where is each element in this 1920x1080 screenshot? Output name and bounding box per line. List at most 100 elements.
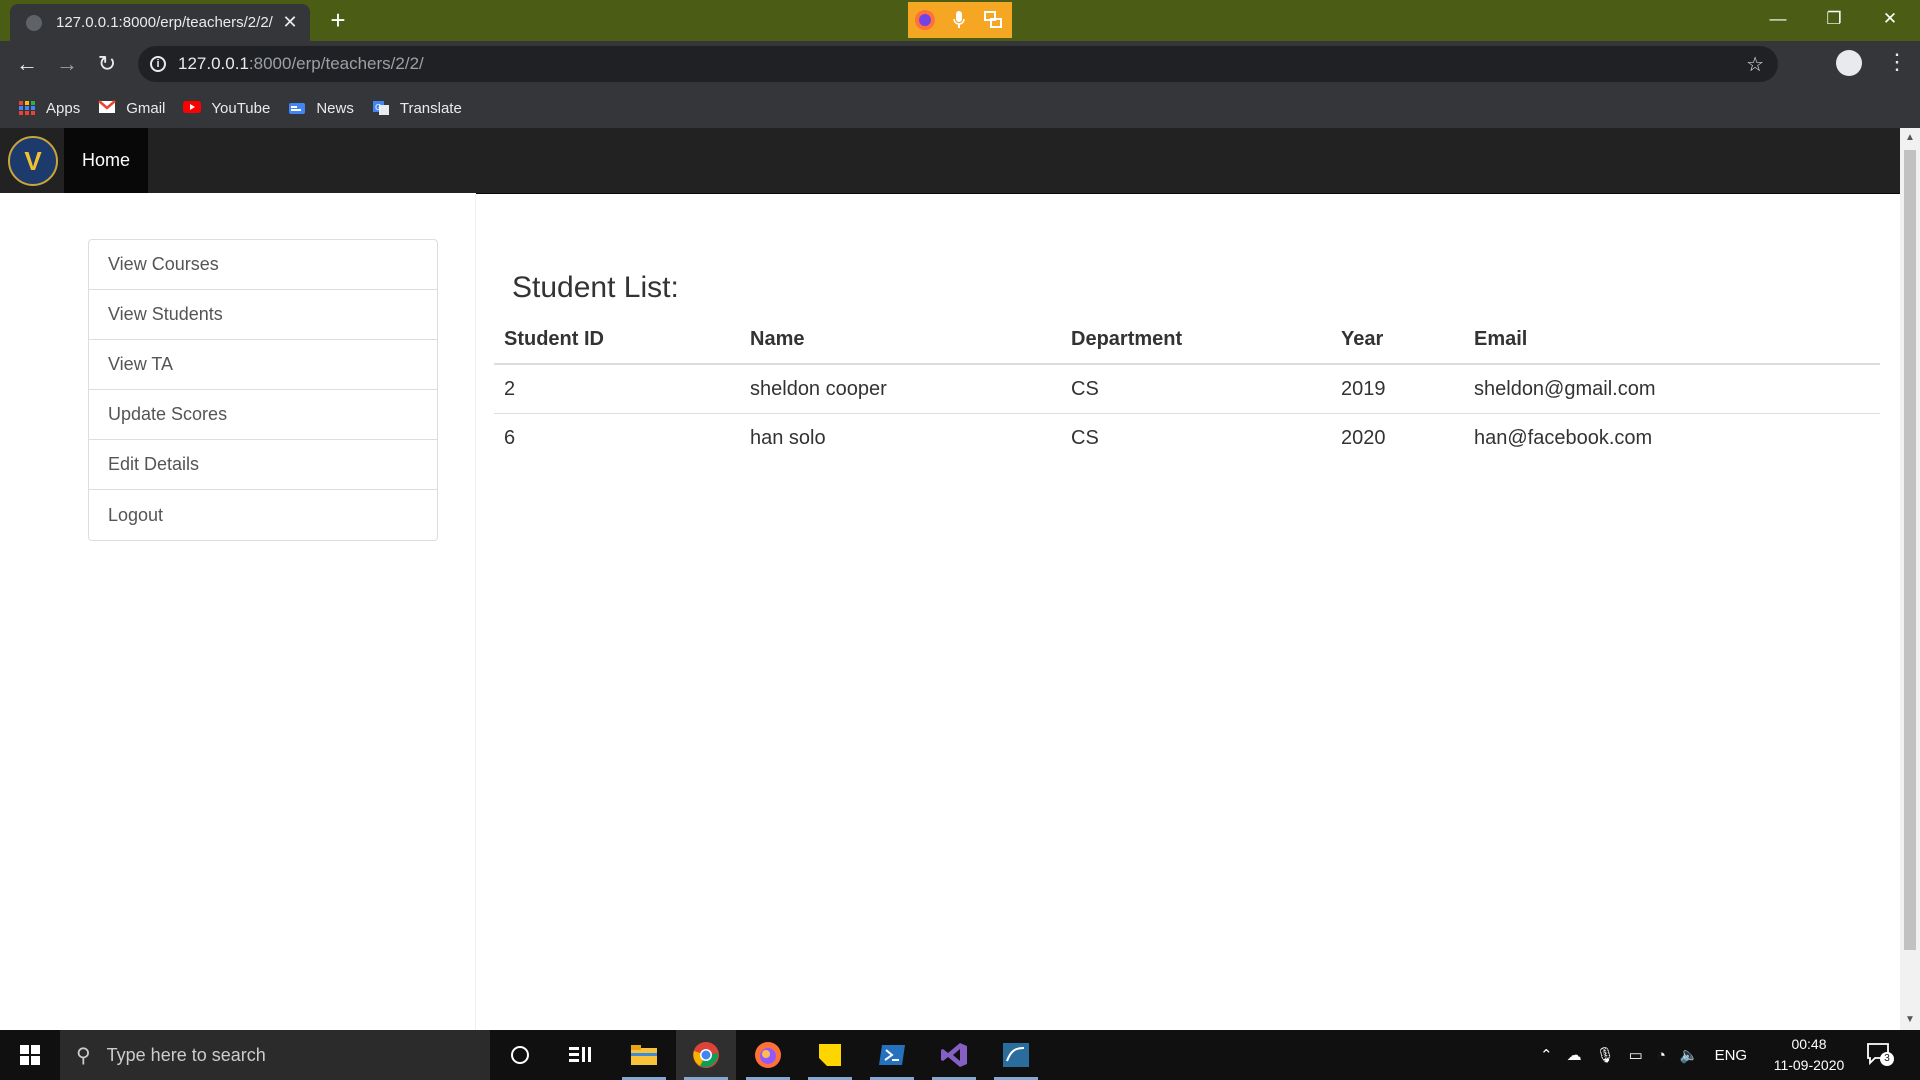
bookmarks-bar: Apps Gmail YouTube News G Translate xyxy=(0,88,1920,128)
sidebar-item-view-courses[interactable]: View Courses xyxy=(89,240,437,290)
close-tab-icon[interactable]: ✕ xyxy=(278,12,302,33)
cell-department: CS xyxy=(1061,413,1331,462)
bookmark-translate[interactable]: G Translate xyxy=(372,100,462,117)
powershell-icon[interactable] xyxy=(862,1030,922,1080)
cortana-icon[interactable] xyxy=(490,1030,550,1080)
reload-icon[interactable]: ↻ xyxy=(92,49,122,79)
sidebar: View Courses View Students View TA Updat… xyxy=(0,193,476,1030)
cell-name: sheldon cooper xyxy=(750,377,887,400)
browser-titlebar: 127.0.0.1:8000/erp/teachers/2/2/ ✕ + — ❐… xyxy=(0,0,1920,41)
forward-icon[interactable]: → xyxy=(52,49,82,79)
task-view-icon[interactable] xyxy=(550,1030,610,1080)
site-navbar: V Home xyxy=(0,128,1900,194)
restore-icon[interactable]: ❐ xyxy=(1806,0,1862,38)
youtube-icon xyxy=(183,100,202,116)
column-header: Year xyxy=(1331,315,1464,365)
cell-student-id: 2 xyxy=(504,377,516,400)
onedrive-icon[interactable]: ☁ xyxy=(1567,1046,1582,1064)
profile-avatar-icon[interactable] xyxy=(1836,50,1862,76)
minimize-icon[interactable]: — xyxy=(1750,0,1806,38)
nav-home-link[interactable]: Home xyxy=(64,128,148,193)
table-row: 6 han solo CS 2020 han@facebook.com xyxy=(494,413,1880,462)
chrome-icon[interactable] xyxy=(676,1030,736,1080)
battery-icon[interactable]: ▭ xyxy=(1629,1046,1643,1064)
browser-tab[interactable]: 127.0.0.1:8000/erp/teachers/2/2/ ✕ xyxy=(10,4,310,41)
cell-year: 2019 xyxy=(1341,377,1386,400)
bookmark-label: Translate xyxy=(399,99,462,117)
start-button[interactable] xyxy=(0,1030,60,1080)
column-header: Student ID xyxy=(494,315,740,365)
page-viewport: V Home View Courses View Students View T… xyxy=(0,128,1900,1030)
student-table: Student ID Name Department Year Email 2 … xyxy=(494,315,1880,462)
microphone-icon[interactable] xyxy=(942,3,976,37)
cell-name: han solo xyxy=(740,413,1061,462)
bookmark-apps[interactable]: Apps xyxy=(18,100,80,117)
mysql-workbench-icon[interactable] xyxy=(986,1030,1046,1080)
sidebar-item-update-scores[interactable]: Update Scores xyxy=(89,390,437,440)
language-indicator[interactable]: ENG xyxy=(1715,1047,1748,1064)
new-tab-button[interactable]: + xyxy=(324,6,352,34)
bookmark-label: News xyxy=(316,99,354,117)
sidebar-menu: View Courses View Students View TA Updat… xyxy=(88,239,438,541)
windows-taskbar: ⚲ Type here to search ⌃ ☁ 🎙 ▭ ◔ 🔈 ENG 00… xyxy=(0,1030,1920,1080)
cell-email: han@facebook.com xyxy=(1464,413,1880,462)
cell-department: CS xyxy=(1071,377,1099,400)
file-explorer-icon[interactable] xyxy=(614,1030,674,1080)
news-icon xyxy=(288,100,306,116)
cell-student-id: 6 xyxy=(494,413,740,462)
bookmark-star-icon[interactable]: ☆ xyxy=(1746,52,1764,77)
svg-text:G: G xyxy=(375,103,381,112)
microphone-tray-icon[interactable]: 🎙 xyxy=(1596,1046,1615,1064)
sticky-notes-icon[interactable] xyxy=(800,1030,860,1080)
volume-icon[interactable]: 🔈 xyxy=(1680,1046,1699,1064)
tab-title: 127.0.0.1:8000/erp/teachers/2/2/ xyxy=(56,14,273,31)
globe-icon xyxy=(26,14,42,31)
search-icon: ⚲ xyxy=(76,1044,91,1067)
address-bar[interactable]: i 127.0.0.1:8000/erp/teachers/2/2/ ☆ xyxy=(138,46,1778,82)
screen-share-icon[interactable] xyxy=(976,3,1010,37)
browser-menu-icon[interactable]: ⋮ xyxy=(1886,49,1908,75)
scroll-down-icon[interactable]: ▼ xyxy=(1900,1012,1920,1028)
bookmark-gmail[interactable]: Gmail xyxy=(98,100,165,117)
column-header: Email xyxy=(1464,315,1880,365)
translate-icon: G xyxy=(372,100,390,116)
scroll-up-icon[interactable]: ▲ xyxy=(1900,130,1920,146)
sidebar-item-view-students[interactable]: View Students xyxy=(89,290,437,340)
notification-center-icon[interactable]: 3 xyxy=(1866,1042,1894,1066)
sidebar-item-edit-details[interactable]: Edit Details xyxy=(89,440,437,490)
taskbar-clock[interactable]: 00:48 11-09-2020 xyxy=(1764,1034,1854,1076)
page-scrollbar[interactable]: ▲ ▼ xyxy=(1900,128,1920,1030)
site-info-icon[interactable]: i xyxy=(150,56,166,72)
search-placeholder: Type here to search xyxy=(106,1044,266,1065)
university-logo[interactable]: V xyxy=(8,136,58,186)
back-icon[interactable]: ← xyxy=(12,49,42,79)
clock-time: 00:48 xyxy=(1791,1036,1827,1052)
wifi-icon[interactable]: ◔ xyxy=(1657,1047,1666,1064)
taskbar-search[interactable]: ⚲ Type here to search xyxy=(60,1030,490,1080)
firefox-extension-icon[interactable] xyxy=(908,3,942,37)
firefox-icon[interactable] xyxy=(738,1030,798,1080)
extension-group xyxy=(908,2,1012,38)
cell-year: 2020 xyxy=(1331,413,1464,462)
cell-email: sheldon@gmail.com xyxy=(1474,377,1656,400)
gmail-icon xyxy=(98,100,117,116)
show-hidden-icons-icon[interactable]: ⌃ xyxy=(1540,1046,1553,1064)
visual-studio-icon[interactable] xyxy=(924,1030,984,1080)
column-header: Department xyxy=(1061,315,1331,365)
notification-badge: 3 xyxy=(1880,1052,1894,1066)
url-text[interactable]: 127.0.0.1:8000/erp/teachers/2/2/ xyxy=(178,54,424,74)
bookmark-news[interactable]: News xyxy=(288,100,354,117)
bookmark-label: Gmail xyxy=(126,99,166,117)
bookmark-youtube[interactable]: YouTube xyxy=(183,100,270,117)
bookmark-label: Apps xyxy=(46,99,81,117)
windows-logo-icon xyxy=(20,1045,40,1065)
sidebar-item-logout[interactable]: Logout xyxy=(89,490,437,540)
apps-grid-icon xyxy=(18,100,36,116)
close-window-icon[interactable]: ✕ xyxy=(1862,0,1918,38)
scroll-thumb[interactable] xyxy=(1904,150,1916,950)
clock-date: 11-09-2020 xyxy=(1773,1057,1845,1073)
browser-toolbar: ← → ↻ i 127.0.0.1:8000/erp/teachers/2/2/… xyxy=(0,41,1920,88)
sidebar-item-view-ta[interactable]: View TA xyxy=(89,340,437,390)
bookmark-label: YouTube xyxy=(211,99,271,117)
table-row: 2 sheldon cooper CS 2019 sheldon@gmail.c… xyxy=(494,364,1880,414)
